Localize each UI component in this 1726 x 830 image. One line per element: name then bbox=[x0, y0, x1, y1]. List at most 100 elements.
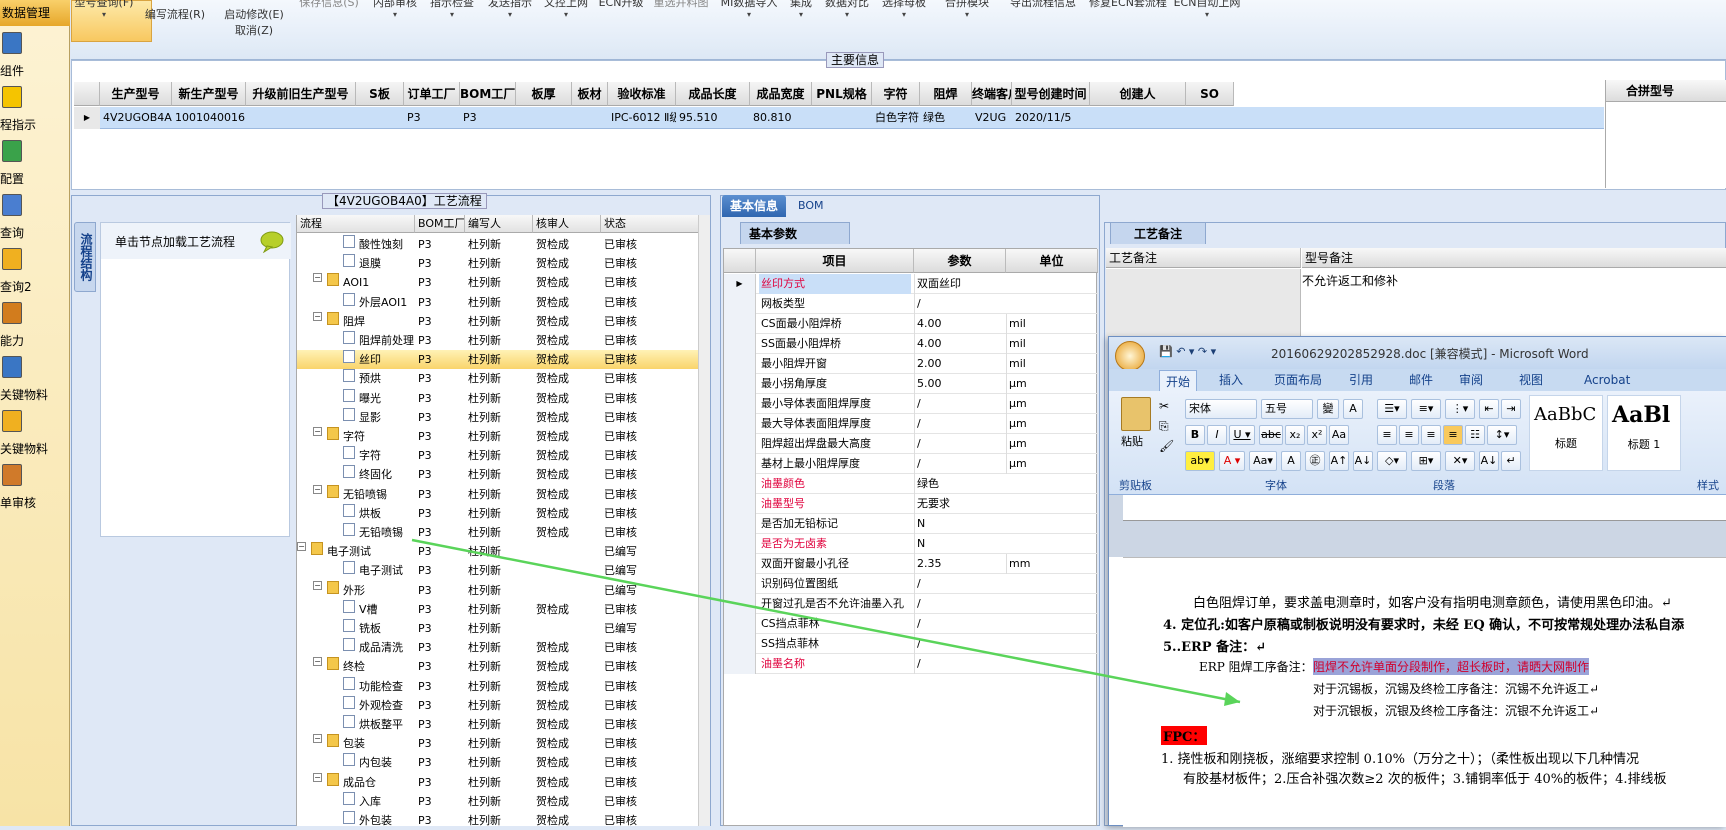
main-col-header[interactable]: 订单工厂 bbox=[404, 82, 460, 106]
param-value[interactable]: / bbox=[914, 614, 1006, 634]
tree-row[interactable]: 酸性蚀刻 P3 杜列新 贺检成 已审核 bbox=[297, 235, 699, 254]
tree-row[interactable]: 内包装 P3 杜列新 贺检成 已审核 bbox=[297, 753, 699, 772]
params-row[interactable]: 油墨型号 无要求 bbox=[724, 494, 1098, 514]
nav-item-5[interactable]: 能力 bbox=[0, 300, 70, 354]
param-value[interactable]: / bbox=[914, 594, 1006, 614]
params-row[interactable]: 油墨名称 / bbox=[724, 654, 1098, 674]
main-cell[interactable] bbox=[1090, 108, 1186, 128]
tree-row[interactable]: 入库 P3 杜列新 贺检成 已审核 bbox=[297, 791, 699, 811]
change-case-icon[interactable]: Aa▾ bbox=[1249, 451, 1277, 471]
increase-indent-icon[interactable]: ⇥ bbox=[1501, 399, 1521, 419]
ribbon-button-4[interactable]: 内部审核 ▾ bbox=[370, 0, 420, 52]
params-row[interactable]: 油墨颜色 绿色 bbox=[724, 474, 1098, 494]
params-row[interactable]: SS面最小阻焊桥 4.00 mil bbox=[724, 334, 1098, 354]
main-cell[interactable] bbox=[246, 108, 356, 128]
tree-scrollbar[interactable] bbox=[698, 215, 710, 826]
word-tab-7[interactable]: Acrobat bbox=[1584, 369, 1630, 391]
show-marks-icon[interactable]: ↵ bbox=[1501, 451, 1521, 471]
main-col-header[interactable]: BOM工厂 bbox=[460, 82, 516, 106]
collapse-icon[interactable]: − bbox=[313, 734, 322, 744]
tree-row[interactable]: − 终检 P3 杜列新 贺检成 已审核 bbox=[297, 657, 699, 676]
process-remark-cell[interactable] bbox=[1106, 269, 1301, 339]
main-cell[interactable]: V2UG bbox=[972, 108, 1012, 128]
italic-icon[interactable]: I bbox=[1207, 425, 1227, 445]
quick-access-icons[interactable]: 💾 ↶ ▾ ↷ ▾ bbox=[1159, 345, 1216, 358]
align-left-icon[interactable]: ≡ bbox=[1377, 425, 1397, 445]
param-value[interactable]: 双面丝印 bbox=[914, 274, 1006, 294]
tree-row[interactable]: 外观检查 P3 杜列新 贺检成 已审核 bbox=[297, 695, 699, 715]
font-color-icon[interactable]: A ▾ bbox=[1219, 451, 1245, 471]
tree-row[interactable]: − 电子测试 P3 杜列新 已编写 bbox=[297, 542, 699, 561]
params-row[interactable]: ▶ 丝印方式 双面丝印 bbox=[724, 274, 1098, 294]
copy-icon[interactable]: ⎘ bbox=[1159, 419, 1169, 434]
tree-row[interactable]: − 包装 P3 杜列新 贺检成 已审核 bbox=[297, 734, 699, 753]
main-col-header[interactable]: 阻焊 bbox=[920, 82, 972, 106]
ribbon-button-15[interactable]: 导出流程信息 bbox=[1004, 0, 1082, 52]
office-button-icon[interactable] bbox=[1115, 341, 1145, 371]
tab-bom[interactable]: BOM bbox=[790, 195, 832, 217]
numbering-icon[interactable]: ≡▾ bbox=[1411, 399, 1441, 419]
main-cell[interactable]: 4V2UGOB4A0 bbox=[100, 108, 172, 128]
char-border-icon[interactable]: A bbox=[1343, 399, 1363, 419]
ribbon-button-14[interactable]: 合拼模块 ▾ bbox=[938, 0, 996, 52]
main-col-header[interactable]: S板 bbox=[356, 82, 404, 106]
word-tab-0[interactable]: 开始 bbox=[1159, 370, 1198, 392]
main-col-header[interactable]: 字符 bbox=[872, 82, 920, 106]
collapse-icon[interactable]: − bbox=[313, 273, 322, 283]
left-nav-header[interactable]: 数据管理 bbox=[0, 0, 70, 26]
main-cell[interactable]: IPC-6012 Ⅱ级 bbox=[608, 108, 676, 128]
tree-row[interactable]: − AOI1 P3 杜列新 贺检成 已审核 bbox=[297, 273, 699, 292]
params-row[interactable]: 最小导体表面阻焊厚度 / μm bbox=[724, 394, 1098, 414]
font-name-select[interactable]: 宋体 bbox=[1185, 399, 1257, 419]
word-tab-5[interactable]: 审阅 bbox=[1459, 369, 1483, 391]
params-row[interactable]: 双面开窗最小孔径 2.35 mm bbox=[724, 554, 1098, 574]
param-value[interactable]: 4.00 bbox=[914, 314, 1006, 334]
clear-format-icon[interactable]: Aa bbox=[1329, 425, 1349, 445]
ribbon-button-1[interactable]: 编写流程(R) bbox=[140, 6, 210, 64]
main-cell[interactable] bbox=[516, 108, 572, 128]
params-row[interactable]: 最大导体表面阻焊厚度 / μm bbox=[724, 414, 1098, 434]
tree-row[interactable]: 无铅喷锡 P3 杜列新 贺检成 已审核 bbox=[297, 523, 699, 542]
ribbon-button-7[interactable]: 文控上网 ▾ bbox=[540, 0, 592, 52]
main-col-header[interactable]: 生产型号 bbox=[100, 82, 172, 106]
param-value[interactable]: 绿色 bbox=[914, 474, 1006, 494]
tree-row[interactable]: − 成品仓 P3 杜列新 贺检成 已审核 bbox=[297, 772, 699, 792]
ribbon-button-3[interactable]: 保存信息(S) bbox=[294, 0, 364, 52]
shrink-font-icon[interactable]: A↓ bbox=[1353, 451, 1373, 471]
main-col-header[interactable]: 板材 bbox=[572, 82, 608, 106]
align-center-icon[interactable]: ≡ bbox=[1399, 425, 1419, 445]
bold-icon[interactable]: B bbox=[1185, 425, 1205, 445]
tree-row[interactable]: 阻焊前处理 P3 杜列新 贺检成 已审核 bbox=[297, 331, 699, 350]
tab-basic-params[interactable]: 基本参数 bbox=[740, 222, 850, 244]
chinese-layout-icon[interactable]: ✕▾ bbox=[1445, 451, 1475, 471]
params-row[interactable]: 阻焊超出焊盘最大高度 / μm bbox=[724, 434, 1098, 454]
word-tab-4[interactable]: 邮件 bbox=[1409, 369, 1433, 391]
params-row[interactable]: 是否为无卤素 N bbox=[724, 534, 1098, 554]
ribbon-button-5[interactable]: 指示检查 ▾ bbox=[426, 0, 478, 52]
param-value[interactable]: 无要求 bbox=[914, 494, 1006, 514]
param-value[interactable]: N bbox=[914, 514, 1006, 534]
style-heading1[interactable]: AaBl 标题 1 bbox=[1607, 395, 1681, 471]
nav-item-3[interactable]: 查询 bbox=[0, 192, 70, 246]
params-row[interactable]: 最小阻焊开窗 2.00 mil bbox=[724, 354, 1098, 374]
tree-row[interactable]: 预烘 P3 杜列新 贺检成 已审核 bbox=[297, 369, 699, 388]
sort-icon[interactable]: A↓ bbox=[1479, 451, 1499, 471]
params-col-header[interactable]: 项目 bbox=[756, 249, 914, 273]
ribbon-button-10[interactable]: MI数据导入 ▾ bbox=[716, 0, 782, 52]
subscript-icon[interactable]: x₂ bbox=[1285, 425, 1305, 445]
tree-row[interactable]: 功能检查 P3 杜列新 贺检成 已审核 bbox=[297, 676, 699, 696]
main-col-header[interactable]: 终端客户代码 bbox=[972, 82, 1012, 106]
nav-item-7[interactable]: 关键物料 bbox=[0, 408, 70, 462]
bullets-icon[interactable]: ☰▾ bbox=[1377, 399, 1407, 419]
nav-item-1[interactable]: 程指示 bbox=[0, 84, 70, 138]
main-col-header[interactable]: 新生产型号 bbox=[172, 82, 246, 106]
param-value[interactable]: 4.00 bbox=[914, 334, 1006, 354]
tree-row[interactable]: 退膜 P3 杜列新 贺检成 已审核 bbox=[297, 254, 699, 273]
param-value[interactable]: / bbox=[914, 414, 1006, 434]
grow-font-icon[interactable]: A↑ bbox=[1329, 451, 1349, 471]
nav-item-2[interactable]: 配置 bbox=[0, 138, 70, 192]
tab-basic-info[interactable]: 基本信息 bbox=[722, 195, 787, 217]
main-cell[interactable] bbox=[1186, 108, 1234, 128]
param-value[interactable]: / bbox=[914, 454, 1006, 474]
main-cell[interactable]: P3 bbox=[404, 108, 460, 128]
